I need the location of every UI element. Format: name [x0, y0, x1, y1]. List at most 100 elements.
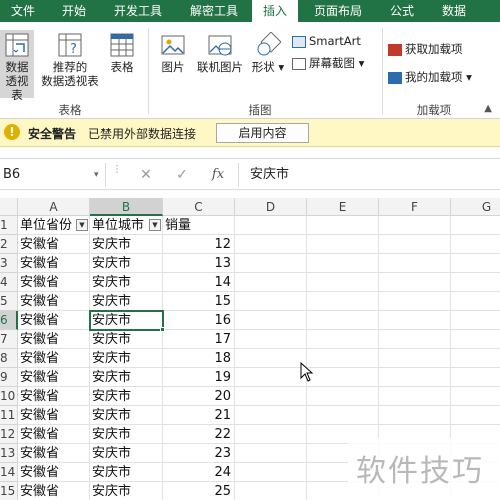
- enable-content-button[interactable]: 启用内容: [216, 123, 309, 143]
- cell-f4[interactable]: [379, 273, 451, 292]
- cell-c3[interactable]: 13: [163, 254, 235, 273]
- cell-a7[interactable]: 安徽省: [18, 330, 90, 349]
- column-header-c[interactable]: C: [163, 198, 235, 216]
- cell-d5[interactable]: [235, 292, 307, 311]
- cell-a14[interactable]: 安徽省: [18, 463, 90, 482]
- tab-insert[interactable]: 插入: [252, 0, 298, 22]
- cell-d8[interactable]: [235, 349, 307, 368]
- tab-decrypt-tools[interactable]: 解密工具: [180, 0, 248, 22]
- cell-a4[interactable]: 安徽省: [18, 273, 90, 292]
- column-header-f[interactable]: F: [379, 198, 451, 216]
- cell-b10[interactable]: 安庆市: [90, 387, 163, 406]
- cell-f9[interactable]: [379, 368, 451, 387]
- cell-d10[interactable]: [235, 387, 307, 406]
- cell-a5[interactable]: 安徽省: [18, 292, 90, 311]
- cell-d2[interactable]: [235, 235, 307, 254]
- column-header-a[interactable]: A: [18, 198, 90, 216]
- cell-d11[interactable]: [235, 406, 307, 425]
- cell-e9[interactable]: [307, 368, 379, 387]
- get-addins-button[interactable]: 获取加载项: [388, 40, 463, 58]
- enter-icon[interactable]: ✓: [172, 163, 192, 187]
- name-box[interactable]: B6: [0, 163, 106, 187]
- row-header-15[interactable]: 15: [0, 482, 18, 500]
- cell-e6[interactable]: [307, 311, 379, 330]
- cell-c8[interactable]: 18: [163, 349, 235, 368]
- cell-g4[interactable]: [451, 273, 500, 292]
- formula-bar-grip-icon[interactable]: ⋮: [112, 165, 122, 175]
- cell-a15[interactable]: 安徽省: [18, 482, 90, 500]
- online-pictures-button[interactable]: 联机图片: [192, 32, 248, 74]
- tab-page-layout[interactable]: 页面布局: [304, 0, 372, 22]
- cell-e5[interactable]: [307, 292, 379, 311]
- cell-f3[interactable]: [379, 254, 451, 273]
- cell-b7[interactable]: 安庆市: [90, 330, 163, 349]
- cell-a3[interactable]: 安徽省: [18, 254, 90, 273]
- collapse-ribbon-icon[interactable]: ▲: [484, 103, 492, 114]
- cell-b8[interactable]: 安庆市: [90, 349, 163, 368]
- cell-e3[interactable]: [307, 254, 379, 273]
- tab-formulas[interactable]: 公式: [378, 0, 426, 22]
- column-header-g[interactable]: G: [451, 198, 500, 216]
- cell-g10[interactable]: [451, 387, 500, 406]
- cell-g2[interactable]: [451, 235, 500, 254]
- cell-g6[interactable]: [451, 311, 500, 330]
- cell-a2[interactable]: 安徽省: [18, 235, 90, 254]
- cell-c14[interactable]: 24: [163, 463, 235, 482]
- table-button[interactable]: 表格: [104, 32, 140, 74]
- tab-data[interactable]: 数据: [430, 0, 478, 22]
- fill-handle[interactable]: [160, 327, 165, 332]
- column-header-e[interactable]: E: [307, 198, 379, 216]
- row-header-8[interactable]: 8: [0, 349, 18, 368]
- row-header-2[interactable]: 2: [0, 235, 18, 254]
- cell-a10[interactable]: 安徽省: [18, 387, 90, 406]
- cell-d3[interactable]: [235, 254, 307, 273]
- cell-d1[interactable]: [235, 216, 307, 235]
- row-header-13[interactable]: 13: [0, 444, 18, 463]
- tab-developer[interactable]: 开发工具: [104, 0, 172, 22]
- cell-e8[interactable]: [307, 349, 379, 368]
- cell-d15[interactable]: [235, 482, 307, 500]
- cell-b4[interactable]: 安庆市: [90, 273, 163, 292]
- name-box-dropdown-icon[interactable]: ▾: [94, 163, 99, 187]
- cell-c4[interactable]: 14: [163, 273, 235, 292]
- row-header-14[interactable]: 14: [0, 463, 18, 482]
- cell-f11[interactable]: [379, 406, 451, 425]
- cell-a6[interactable]: 安徽省: [18, 311, 90, 330]
- cell-b13[interactable]: 安庆市: [90, 444, 163, 463]
- tab-home[interactable]: 开始: [48, 0, 100, 22]
- cell-d4[interactable]: [235, 273, 307, 292]
- cell-b2[interactable]: 安庆市: [90, 235, 163, 254]
- cell-e1[interactable]: [307, 216, 379, 235]
- cell-b5[interactable]: 安庆市: [90, 292, 163, 311]
- cell-f10[interactable]: [379, 387, 451, 406]
- select-all-corner[interactable]: [0, 198, 18, 216]
- column-header-b[interactable]: B: [90, 198, 163, 216]
- row-header-9[interactable]: 9: [0, 368, 18, 387]
- cancel-icon[interactable]: ✕: [136, 163, 156, 187]
- insert-function-icon[interactable]: fx: [208, 163, 228, 187]
- row-header-3[interactable]: 3: [0, 254, 18, 273]
- cell-b14[interactable]: 安庆市: [90, 463, 163, 482]
- cell-f1[interactable]: [379, 216, 451, 235]
- cell-f8[interactable]: [379, 349, 451, 368]
- smartart-button[interactable]: SmartArt: [292, 32, 361, 50]
- cell-d14[interactable]: [235, 463, 307, 482]
- cell-d6[interactable]: [235, 311, 307, 330]
- cell-c1[interactable]: 销量: [163, 216, 235, 235]
- cell-c12[interactable]: 22: [163, 425, 235, 444]
- row-header-4[interactable]: 4: [0, 273, 18, 292]
- cell-d12[interactable]: [235, 425, 307, 444]
- cell-e10[interactable]: [307, 387, 379, 406]
- cell-f2[interactable]: [379, 235, 451, 254]
- cell-d13[interactable]: [235, 444, 307, 463]
- cell-g3[interactable]: [451, 254, 500, 273]
- pivot-table-button[interactable]: 数据 透视表: [0, 30, 34, 102]
- cell-c5[interactable]: 15: [163, 292, 235, 311]
- cell-e7[interactable]: [307, 330, 379, 349]
- row-header-10[interactable]: 10: [0, 387, 18, 406]
- row-header-1[interactable]: 1: [0, 216, 18, 235]
- cell-g9[interactable]: [451, 368, 500, 387]
- shapes-button[interactable]: 形状 ▾: [250, 32, 286, 74]
- cell-c15[interactable]: 25: [163, 482, 235, 500]
- cell-g1[interactable]: [451, 216, 500, 235]
